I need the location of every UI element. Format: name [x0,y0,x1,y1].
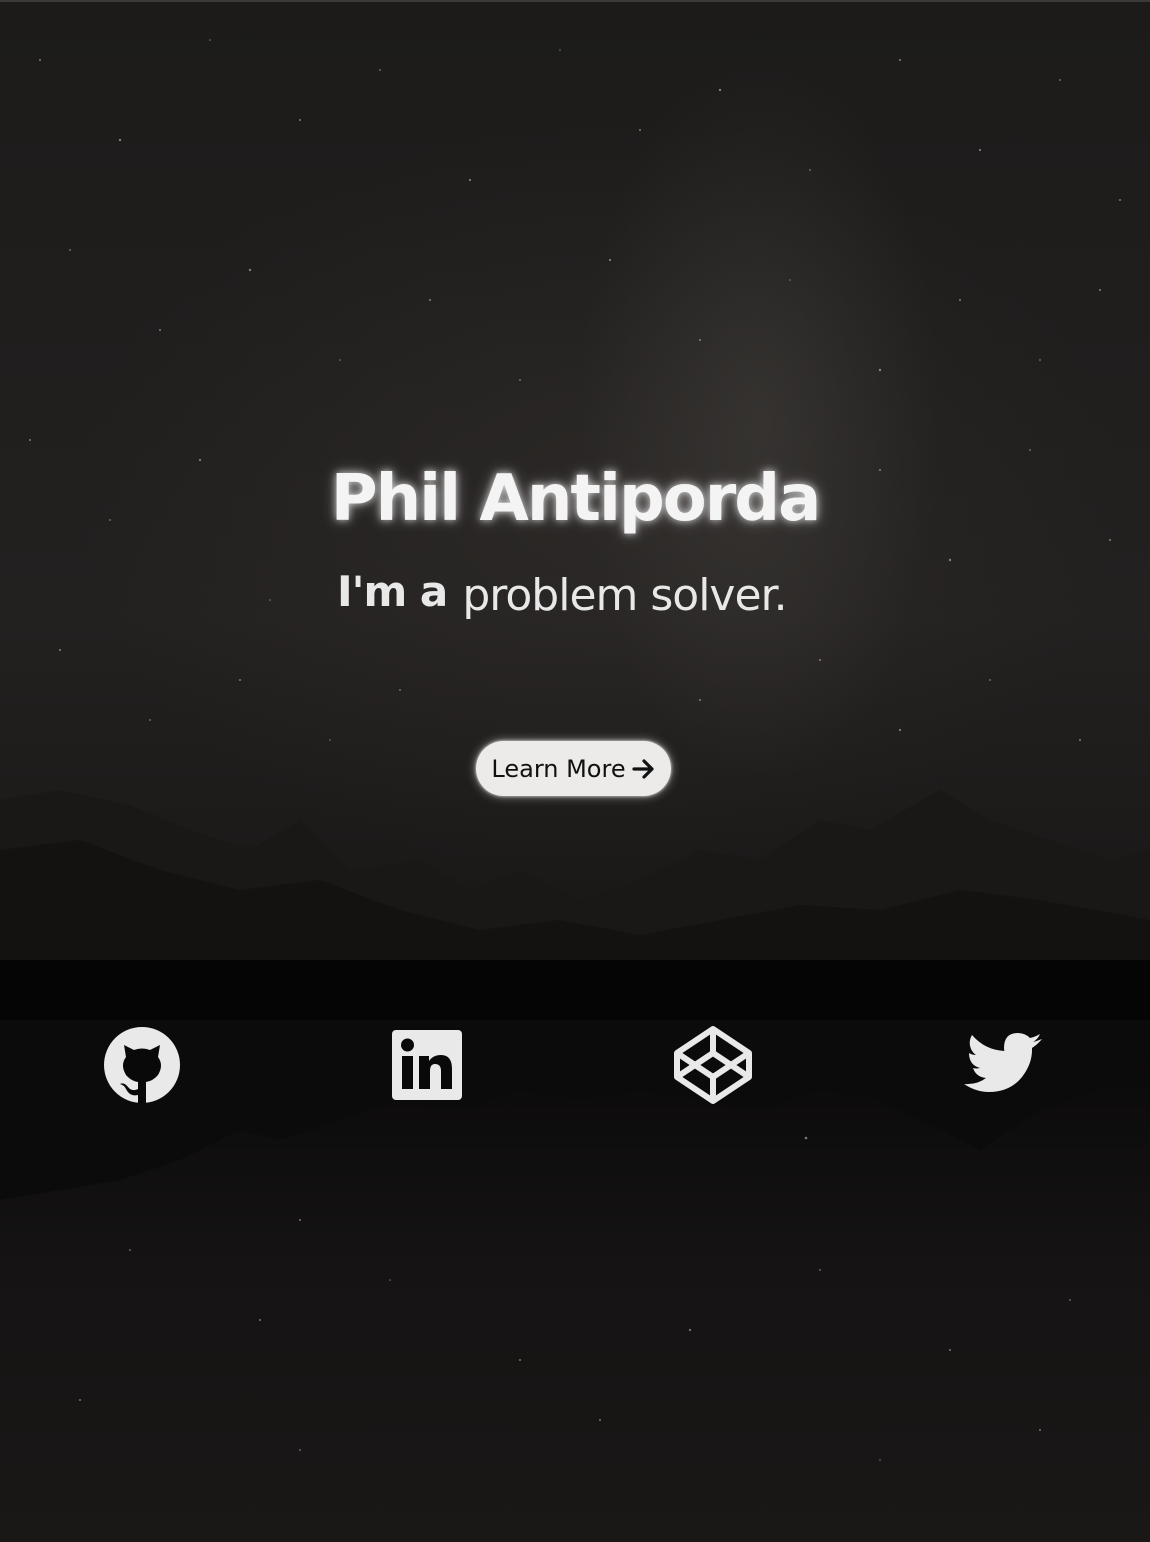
mountain-silhouette [0,790,1150,1200]
linkedin-icon [391,1029,463,1101]
learn-more-label: Learn More [491,754,626,783]
twitter-icon [962,1031,1044,1099]
learn-more-button[interactable]: Learn More [476,741,671,796]
codepen-link[interactable] [673,1025,753,1105]
tagline: I'm a problem solver. [337,566,788,621]
github-icon [102,1025,182,1105]
tagline-role: problem solver. [462,570,787,621]
hero-section: Phil Antiporda I'm a problem solver. Lea… [0,0,1150,1542]
linkedin-link[interactable] [387,1025,467,1105]
hero-name: Phil Antiporda [330,462,822,536]
twitter-link[interactable] [963,1025,1043,1105]
arrow-right-icon [631,758,656,780]
tagline-prefix: I'm a [337,567,448,616]
codepen-icon [673,1025,753,1105]
github-link[interactable] [102,1025,182,1105]
